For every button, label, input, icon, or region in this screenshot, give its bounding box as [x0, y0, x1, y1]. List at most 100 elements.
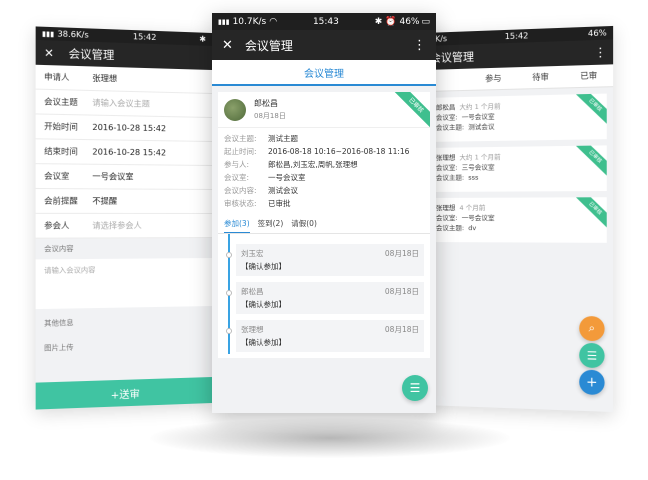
submit-button[interactable]: +送审	[36, 377, 212, 410]
more-icon[interactable]: ⋮	[594, 45, 607, 60]
meeting-card: 已审核 郎松昌 08月18日 会议主题: 测试主题 起止时间: 2016-08-18 …	[218, 92, 430, 358]
app-title: 会议管理	[245, 37, 293, 54]
topic-label: 会议主题:	[436, 174, 464, 182]
detail-value: 测试主题	[268, 132, 298, 145]
form-row[interactable]: 会议主题 请输入会议主题	[36, 90, 212, 118]
item-name: 张理想	[436, 204, 455, 212]
signal-icon: ▮▮▮	[42, 29, 54, 38]
list-fab-icon[interactable]: ☰	[402, 375, 428, 401]
more-icon[interactable]: ⋮	[413, 38, 426, 53]
item-time: 大约 1 个月前	[459, 102, 500, 111]
app-bar: ✕ 会议管理 ⋮	[212, 30, 436, 60]
close-icon[interactable]: ✕	[44, 46, 54, 60]
content-textarea[interactable]: 请输入会议内容	[36, 258, 212, 309]
showcase-stage: ▮▮▮ 38.6K/s 15:42 ✱ ✕ 会议管理 申请人 张理想 会议主题 请输入…	[0, 0, 648, 480]
list-item[interactable]: 已审核 张理想 大约 1 个月前 会议室: 三号会议室 会议主题: sss	[430, 145, 607, 192]
room-label: 会议室:	[436, 164, 458, 172]
status-time: 15:42	[133, 32, 156, 42]
net-speed: 10.7K/s	[233, 17, 267, 27]
field-value[interactable]: 2016-10-28 15:42	[92, 147, 166, 157]
search-fab-icon[interactable]: ⌕	[579, 316, 604, 341]
field-label: 参会人	[44, 220, 92, 231]
detail-key: 会议主题:	[224, 132, 268, 145]
field-value[interactable]: 不提醒	[92, 195, 117, 206]
field-value[interactable]: 一号会议室	[92, 171, 133, 183]
participant-tabs: 参加(3) 签到(2) 请假(0)	[218, 214, 430, 234]
field-placeholder[interactable]: 请输入会议主题	[92, 97, 149, 109]
detail-row: 审核状态: 已审批	[218, 197, 430, 210]
detail-value: 测试会议	[268, 184, 298, 197]
list-item[interactable]: 已审核 郎松昌 大约 1 个月前 会议室: 一号会议室 会议主题: 测试会议	[430, 94, 607, 142]
card-header: 郎松昌 08月18日	[218, 92, 430, 128]
participant-date: 08月18日	[385, 324, 419, 335]
tab-item[interactable]: 待审	[517, 71, 565, 84]
participant-timeline: 刘玉宏 08月18日 【确认参加】 郎松昌 08月18日 【确认参加】 张理想 08月18日【…	[218, 234, 430, 358]
detail-row: 会议内容: 测试会议	[218, 184, 430, 197]
field-label: 结束时间	[44, 146, 92, 158]
battery-level: 46%	[588, 28, 607, 38]
status-time: 15:43	[313, 17, 339, 27]
wifi-icon: ◠	[269, 17, 277, 27]
detail-key: 参与人:	[224, 158, 268, 171]
form-row[interactable]: 会前提醒 不提醒	[36, 189, 212, 214]
detail-row: 会议室: 一号会议室	[218, 171, 430, 184]
other-info-label: 其他信息	[36, 310, 212, 334]
detail-value: 郎松昌,刘玉宏,周帆,张理想	[268, 158, 358, 171]
timeline-dot	[226, 290, 232, 296]
list-item[interactable]: 已审核 张理想 4 个月前 会议室: 一号会议室 会议主题: dv	[430, 197, 607, 243]
room-value: 三号会议室	[462, 163, 495, 171]
item-name: 张理想	[436, 154, 455, 162]
participant-tab[interactable]: 请假(0)	[291, 218, 317, 233]
upload-label[interactable]: 图片上传	[36, 334, 212, 359]
battery-icon: ▭	[422, 17, 431, 27]
close-icon[interactable]: ✕	[222, 38, 233, 53]
detail-value: 2016-08-18 10:16~2016-08-18 11:16	[268, 145, 409, 158]
status-time: 15:42	[505, 31, 529, 41]
topic-value: 测试会议	[468, 123, 494, 132]
meeting-list: 已审核 郎松昌 大约 1 个月前 会议室: 一号会议室 会议主题: 测试会议 已审核 张理想 大约…	[424, 93, 613, 242]
filter-tabs: 参与 待审 已审	[424, 64, 613, 92]
participant-name: 张理想	[241, 324, 264, 335]
app-title: 会议管理	[430, 48, 474, 66]
field-label: 会议室	[44, 170, 92, 182]
participant-tab[interactable]: 签到(2)	[258, 218, 284, 233]
section-header: 会议管理	[212, 60, 436, 86]
form-row[interactable]: 开始时间 2016-10-28 15:42	[36, 114, 212, 142]
detail-key: 会议室:	[224, 171, 268, 184]
participant-name: 郎松昌	[241, 286, 264, 297]
meeting-details: 会议主题: 测试主题 起止时间: 2016-08-18 10:16~2016-08-1…	[218, 128, 430, 214]
form-row[interactable]: 结束时间 2016-10-28 15:42	[36, 139, 212, 166]
participant-tab[interactable]: 参加(3)	[224, 218, 250, 233]
timeline-item: 刘玉宏 08月18日 【确认参加】	[236, 244, 424, 276]
signal-icon: ▮▮▮	[218, 18, 230, 26]
timeline-meta: 张理想 08月18日	[241, 324, 419, 335]
alarm-icon: ⏰	[385, 17, 396, 27]
add-fab-icon[interactable]: +	[579, 370, 604, 396]
field-label: 申请人	[44, 71, 92, 84]
field-label: 会议主题	[44, 96, 92, 108]
list-fab-icon[interactable]: ☰	[579, 343, 604, 368]
timeline-dot	[226, 328, 232, 334]
detail-row: 参与人: 郎松昌,刘玉宏,周帆,张理想	[218, 158, 430, 171]
tab-item[interactable]: 参与	[470, 72, 517, 84]
item-time: 大约 1 个月前	[459, 153, 500, 162]
detail-value: 一号会议室	[268, 171, 306, 184]
tab-item[interactable]: 已审	[565, 70, 614, 83]
item-header: 张理想 4 个月前	[436, 202, 600, 213]
detail-key: 会议内容:	[224, 184, 268, 197]
field-value[interactable]: 张理想	[92, 73, 117, 85]
topic-label: 会议主题:	[436, 224, 464, 232]
phone-form-screen: ▮▮▮ 38.6K/s 15:42 ✱ ✕ 会议管理 申请人 张理想 会议主题 请输入…	[36, 26, 212, 409]
room-label: 会议室:	[436, 113, 458, 121]
field-placeholder[interactable]: 请选择参会人	[92, 220, 141, 231]
timeline-item: 张理想 08月18日【确认参加】	[236, 320, 424, 352]
participant-action: 【确认参加】	[241, 299, 419, 310]
form-row[interactable]: 会议室 一号会议室	[36, 164, 212, 190]
field-value[interactable]: 2016-10-28 15:42	[92, 123, 166, 133]
phone-detail-screen: ▮▮▮ 10.7K/s ◠ 15:43 ✱ ⏰ 46% ▭ ✕ 会议管理 ⋮ 会…	[212, 13, 436, 413]
item-name: 郎松昌	[436, 103, 455, 111]
participant-action: 【确认参加】	[241, 337, 419, 348]
form-row[interactable]: 参会人 请选择参会人	[36, 214, 212, 239]
detail-value: 已审批	[268, 197, 291, 210]
timeline-item: 郎松昌 08月18日 【确认参加】	[236, 282, 424, 314]
